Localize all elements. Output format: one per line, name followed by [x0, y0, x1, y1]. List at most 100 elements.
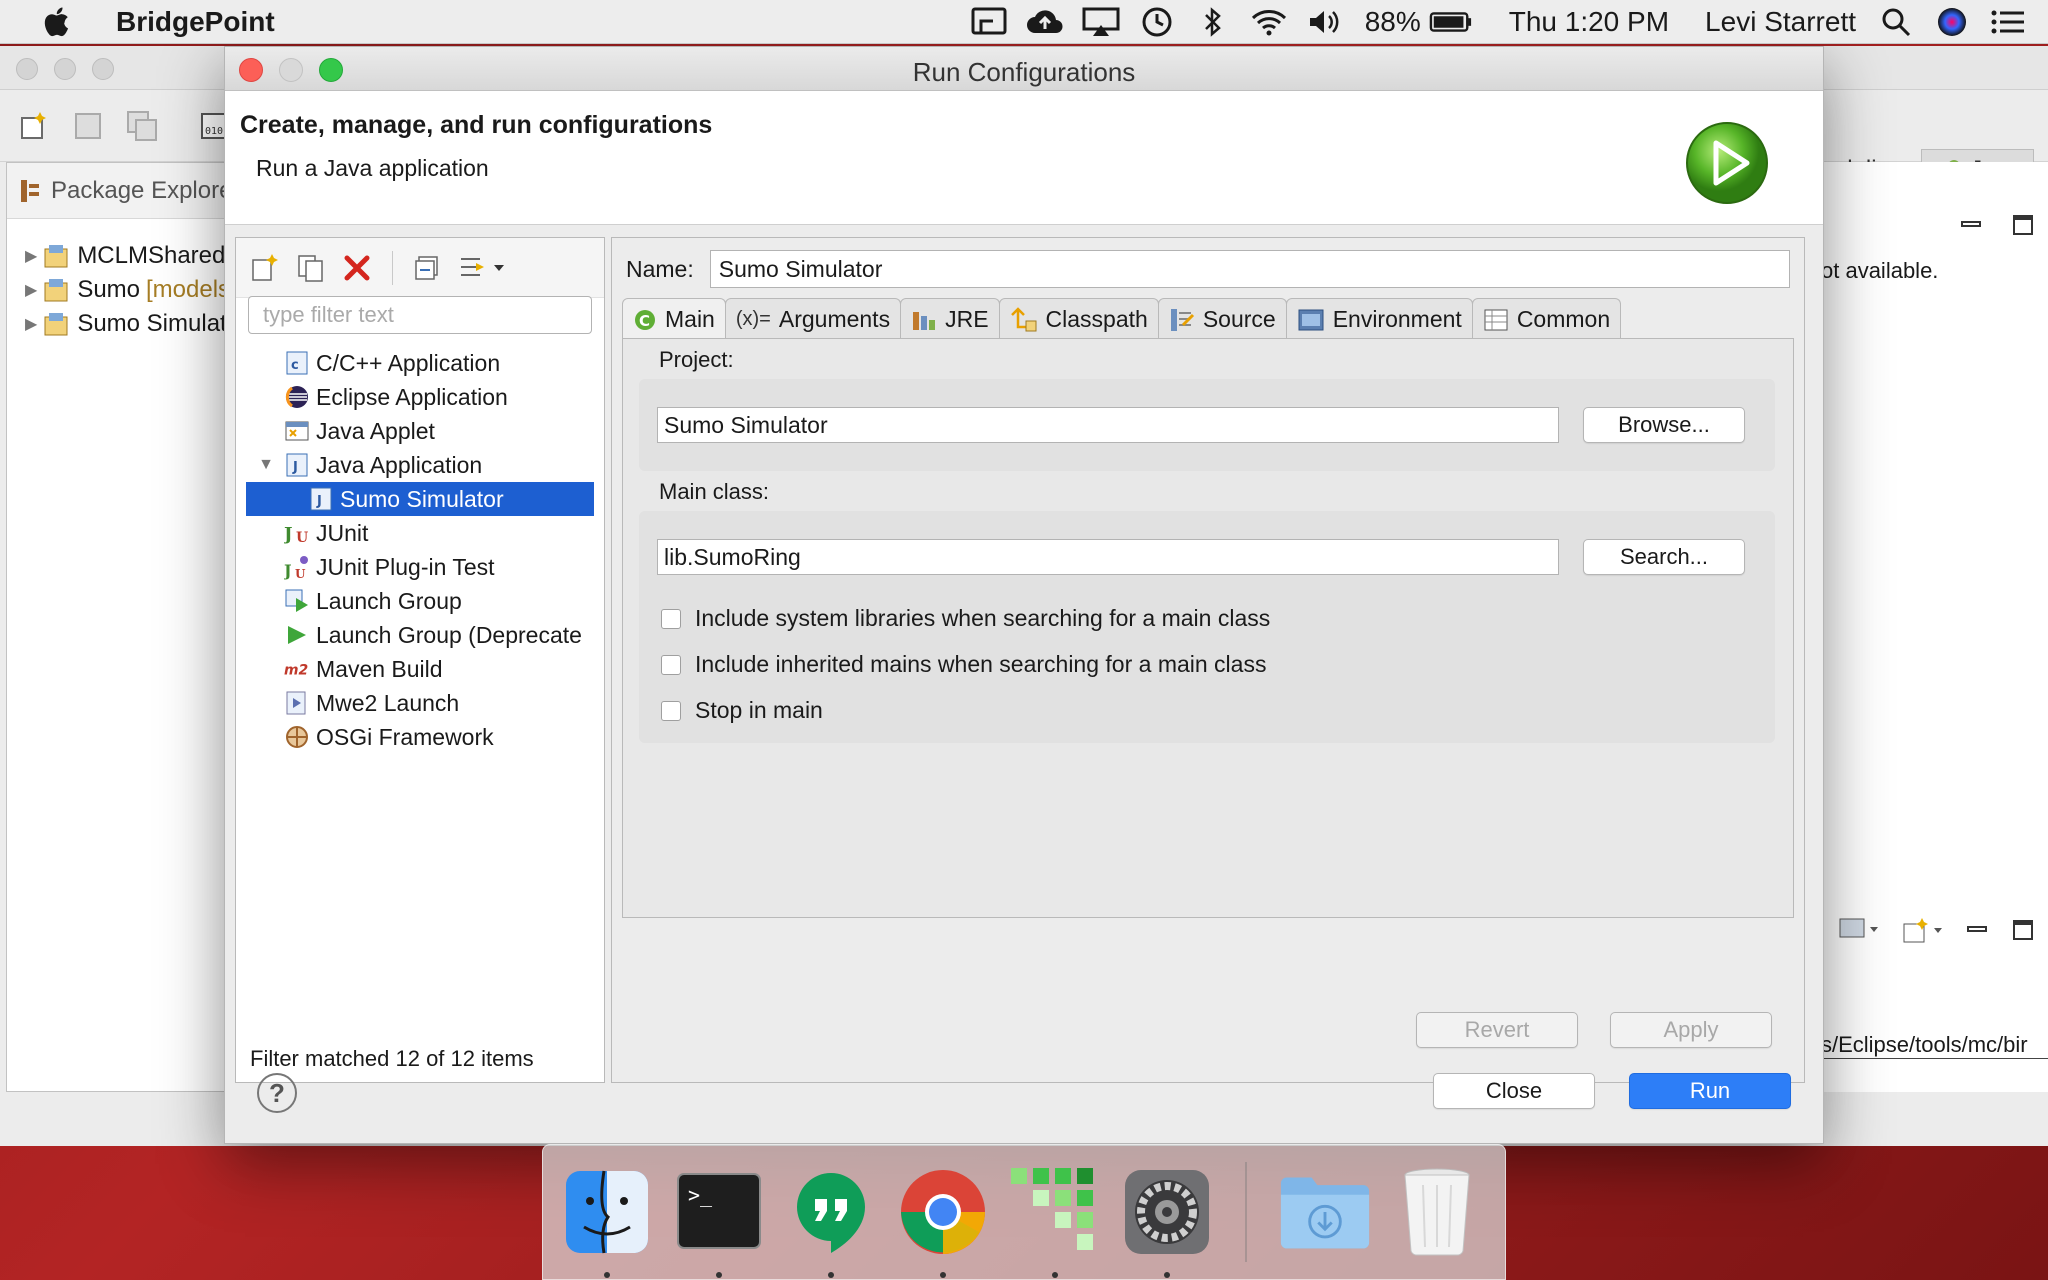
- include-inherited-mains-checkbox[interactable]: Include inherited mains when searching f…: [661, 651, 1266, 678]
- configuration-tree: c C/C++ Application Eclipse Application Jav…: [246, 346, 594, 754]
- checkbox-box[interactable]: [661, 608, 681, 629]
- junit-plugin-icon: JU: [284, 554, 310, 580]
- main-class-field[interactable]: lib.SumoRing: [657, 539, 1559, 575]
- new-config-icon[interactable]: [248, 251, 282, 285]
- close-button[interactable]: Close: [1433, 1073, 1595, 1109]
- running-indicator: [604, 1272, 610, 1278]
- filter-menu-icon[interactable]: [457, 251, 507, 285]
- collapse-all-icon[interactable]: [411, 251, 445, 285]
- config-type-item[interactable]: m2 Maven Build: [246, 652, 594, 686]
- maximize-view-icon[interactable]: [2012, 919, 2034, 946]
- checkbox-box[interactable]: [661, 700, 681, 721]
- delete-config-icon[interactable]: [340, 251, 374, 285]
- include-system-libraries-checkbox[interactable]: Include system libraries when searching …: [661, 605, 1270, 632]
- hangouts-icon[interactable]: [785, 1166, 877, 1278]
- tab-label: JRE: [945, 306, 989, 332]
- new-view-icon[interactable]: [1902, 916, 1942, 949]
- collapse-icon[interactable]: ▼: [256, 456, 276, 474]
- config-type-item[interactable]: J U JUnit Plug-in Test: [246, 550, 594, 584]
- config-type-item[interactable]: Java Applet: [246, 414, 594, 448]
- config-type-item[interactable]: Launch Group (Deprecate: [246, 618, 594, 652]
- tab-environment[interactable]: Environment: [1285, 298, 1473, 340]
- save-icon[interactable]: [72, 110, 104, 147]
- apply-button[interactable]: Apply: [1610, 1012, 1772, 1048]
- siri-icon[interactable]: [1930, 0, 1974, 44]
- main-class-label: Main class:: [659, 479, 770, 504]
- help-icon[interactable]: ?: [257, 1073, 297, 1113]
- save-all-icon[interactable]: [126, 110, 158, 147]
- filter-input[interactable]: type filter text: [248, 296, 592, 334]
- config-type-item[interactable]: Mwe2 Launch: [246, 686, 594, 720]
- config-type-item[interactable]: ▼ J Java Application: [246, 448, 594, 482]
- package-explorer-tab[interactable]: Package Explore: [7, 163, 233, 219]
- eclipse-zoom-light[interactable]: [92, 58, 114, 80]
- terminal-icon[interactable]: >_: [673, 1166, 765, 1278]
- java-app-icon: J: [308, 486, 334, 512]
- maximize-view-icon[interactable]: [2012, 214, 2034, 241]
- finder-icon[interactable]: [561, 1166, 653, 1278]
- name-field[interactable]: Sumo Simulator: [709, 250, 1790, 288]
- battery-percent[interactable]: 88%: [1365, 6, 1421, 38]
- downloads-folder-icon[interactable]: [1279, 1166, 1371, 1258]
- eclipse-close-light[interactable]: [16, 58, 38, 80]
- app-name-menu[interactable]: BridgePoint: [116, 6, 275, 38]
- dialog-header: Create, manage, and run configurations R…: [225, 91, 1823, 225]
- tab-main[interactable]: C Main: [622, 298, 726, 340]
- run-button[interactable]: Run: [1629, 1073, 1791, 1109]
- running-indicator: [940, 1272, 946, 1278]
- checkbox-box[interactable]: [661, 654, 681, 675]
- trash-icon[interactable]: [1391, 1166, 1483, 1258]
- common-tab-icon: [1484, 309, 1508, 330]
- apple-menu-icon[interactable]: [40, 4, 76, 40]
- volume-icon[interactable]: [1303, 0, 1347, 44]
- config-type-item[interactable]: Eclipse Application: [246, 380, 594, 414]
- revert-button[interactable]: Revert: [1416, 1012, 1578, 1048]
- project-item[interactable]: ▶ MCLMShared: [7, 239, 233, 273]
- airplay-icon[interactable]: [1079, 0, 1123, 44]
- grid-app-icon[interactable]: [1009, 1166, 1101, 1278]
- time-machine-icon[interactable]: [1135, 0, 1179, 44]
- battery-icon[interactable]: [1429, 0, 1473, 44]
- config-type-item[interactable]: J U JUnit: [246, 516, 594, 550]
- run-banner-icon: [1686, 122, 1768, 204]
- bluetooth-icon[interactable]: [1191, 0, 1235, 44]
- eclipse-minimize-light[interactable]: [54, 58, 76, 80]
- main-tab-icon: C: [635, 309, 655, 330]
- minimize-view-icon[interactable]: [1960, 214, 1982, 241]
- toolbar-separator: [392, 250, 393, 285]
- screen-mirror-icon[interactable]: [967, 0, 1011, 44]
- config-type-item[interactable]: Launch Group: [246, 584, 594, 618]
- tab-classpath[interactable]: Classpath: [998, 298, 1159, 340]
- svg-text:U: U: [296, 530, 308, 546]
- project-item[interactable]: ▶ Sumo [models: [7, 273, 233, 307]
- project-field[interactable]: Sumo Simulator: [657, 407, 1559, 443]
- cloud-upload-icon[interactable]: [1023, 0, 1067, 44]
- system-preferences-icon[interactable]: [1121, 1166, 1213, 1278]
- dialog-title: Run Configurations: [912, 57, 1136, 87]
- search-button[interactable]: Search...: [1583, 539, 1745, 575]
- stop-in-main-checkbox[interactable]: Stop in main: [661, 697, 823, 724]
- config-type-item[interactable]: c C/C++ Application: [246, 346, 594, 380]
- duplicate-config-icon[interactable]: [294, 251, 328, 285]
- tab-common[interactable]: Common: [1471, 298, 1622, 340]
- expand-icon[interactable]: ▶: [25, 314, 37, 334]
- wifi-icon[interactable]: [1247, 0, 1291, 44]
- config-item[interactable]: J Sumo Simulator: [246, 482, 594, 516]
- minimize-view-icon[interactable]: [1966, 919, 1988, 946]
- menubar-user[interactable]: Levi Starrett: [1705, 6, 1856, 38]
- browse-button[interactable]: Browse...: [1583, 407, 1745, 443]
- config-type-item[interactable]: OSGi Framework: [246, 720, 594, 754]
- notification-center-icon[interactable]: [1986, 0, 2030, 44]
- menubar-clock[interactable]: Thu 1:20 PM: [1509, 6, 1669, 38]
- display-icon[interactable]: [1838, 917, 1878, 948]
- menubar-status-area: 88% Thu 1:20 PM Levi Starrett: [961, 0, 2048, 44]
- spotlight-search-icon[interactable]: [1874, 0, 1918, 44]
- expand-icon[interactable]: ▶: [25, 246, 37, 266]
- chrome-icon[interactable]: [897, 1166, 989, 1278]
- tab-jre[interactable]: JRE: [900, 298, 1000, 340]
- new-icon[interactable]: [18, 110, 50, 147]
- tab-source[interactable]: Source: [1157, 298, 1287, 340]
- project-item[interactable]: ▶ Sumo Simulat: [7, 307, 233, 341]
- tab-arguments[interactable]: (x)= Arguments: [724, 298, 902, 340]
- expand-icon[interactable]: ▶: [25, 280, 37, 300]
